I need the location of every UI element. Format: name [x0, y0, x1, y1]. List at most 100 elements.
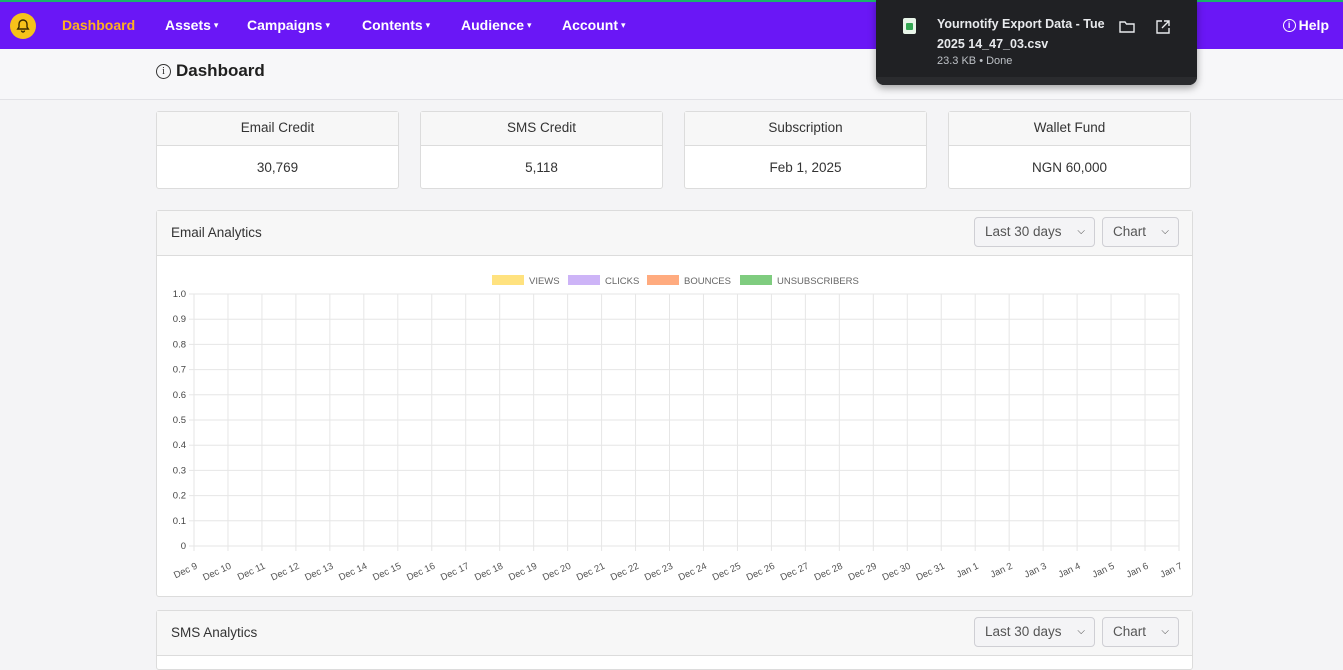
nav-item-label: Campaigns	[247, 17, 323, 33]
x-tick-label: Dec 19	[507, 561, 539, 584]
nav-item-label: Contents	[362, 17, 423, 33]
x-tick-label: Dec 27	[779, 561, 811, 584]
nav-item-label: Assets	[165, 17, 211, 33]
x-tick-label: Jan 3	[1023, 561, 1049, 581]
y-tick-label: 0.2	[173, 491, 186, 502]
chevron-down-icon: ⌵	[1161, 226, 1169, 237]
caret-down-icon: ▾	[527, 20, 532, 30]
legend-label: CLICKS	[605, 276, 639, 287]
x-tick-label: Dec 22	[609, 561, 641, 584]
caret-down-icon: ▾	[621, 20, 626, 30]
x-tick-label: Dec 15	[371, 561, 403, 584]
y-tick-label: 0.9	[173, 314, 186, 325]
help-link[interactable]: i Help	[1282, 17, 1329, 33]
view-mode-select[interactable]: Chart ⌵	[1102, 217, 1179, 247]
info-icon: i	[1282, 18, 1296, 32]
x-tick-label: Dec 30	[881, 561, 913, 584]
nav-item-dashboard[interactable]: Dashboard	[62, 17, 135, 33]
date-range-select[interactable]: Last 30 days ⌵	[974, 217, 1095, 247]
x-tick-label: Jan 1	[955, 561, 981, 581]
y-tick-label: 0.4	[173, 440, 186, 451]
subscription-card: Subscription Feb 1, 2025	[684, 111, 927, 189]
x-tick-label: Dec 31	[915, 561, 947, 584]
x-tick-label: Dec 21	[575, 561, 607, 584]
x-tick-label: Dec 25	[711, 561, 743, 584]
x-tick-label: Jan 5	[1091, 561, 1117, 581]
x-tick-label: Dec 9	[172, 561, 199, 581]
card-value: Feb 1, 2025	[769, 160, 842, 175]
download-popup: Yournotify Export Data - Tue 2025 14_47_…	[876, 0, 1197, 85]
x-tick-label: Dec 12	[269, 561, 301, 584]
page-title-text: Dashboard	[176, 61, 265, 80]
nav-item-label: Dashboard	[62, 17, 136, 33]
x-tick-label: Dec 24	[677, 561, 709, 584]
download-bottom-bar	[876, 77, 1197, 85]
help-label: Help	[1298, 17, 1329, 33]
view-mode-select[interactable]: Chart ⌵	[1102, 617, 1179, 647]
info-icon: i	[156, 63, 171, 79]
x-tick-label: Dec 11	[236, 561, 267, 583]
x-tick-label: Dec 17	[439, 561, 471, 584]
panel-title: SMS Analytics	[171, 625, 258, 640]
caret-down-icon: ▾	[325, 20, 330, 30]
legend-swatch	[647, 275, 679, 285]
y-tick-label: 0.8	[173, 339, 186, 350]
bell-logo-icon[interactable]	[10, 13, 36, 39]
x-tick-label: Dec 28	[813, 561, 845, 584]
csv-file-icon	[903, 18, 916, 34]
nav-item-account[interactable]: Account ▾	[562, 17, 626, 33]
nav-item-label: Account	[562, 17, 618, 33]
nav-item-label: Audience	[461, 17, 525, 33]
chevron-down-icon: ⌵	[1077, 626, 1085, 637]
y-tick-label: 0.5	[173, 415, 186, 426]
open-external-icon[interactable]	[1153, 17, 1173, 37]
legend-label: VIEWS	[529, 276, 560, 287]
card-value: 5,118	[525, 160, 558, 175]
x-tick-label: Dec 16	[405, 561, 437, 584]
nav-item-assets[interactable]: Assets ▾	[165, 17, 218, 33]
nav-item-audience[interactable]: Audience ▾	[461, 17, 532, 33]
chevron-down-icon: ⌵	[1077, 226, 1085, 237]
email-analytics-chart: VIEWS CLICKS BOUNCES UNSUBSCRIBERS 1.0 0.9 0.8…	[172, 275, 1185, 584]
folder-icon[interactable]	[1117, 17, 1137, 37]
y-tick-label: 0.7	[173, 365, 186, 376]
date-range-select[interactable]: Last 30 days ⌵	[974, 617, 1095, 647]
legend-label: BOUNCES	[684, 276, 731, 287]
nav-item-contents[interactable]: Contents ▾	[362, 17, 430, 33]
card-value: NGN 60,000	[1031, 160, 1108, 175]
x-tick-label: Dec 10	[201, 561, 233, 584]
caret-down-icon: ▾	[425, 20, 431, 30]
legend-swatch	[740, 275, 772, 285]
legend-swatch	[568, 275, 600, 285]
email-credit-card: Email Credit 30,769	[156, 111, 399, 189]
x-tick-label: Jan 7	[1159, 561, 1185, 581]
download-filename[interactable]: Yournotify Export Data - Tue 2025 14_47_…	[937, 14, 1117, 54]
caret-down-icon: ▾	[213, 20, 219, 30]
sms-analytics-panel: SMS Analytics Last 30 days ⌵ Chart ⌵	[156, 610, 1193, 670]
page-title: i Dashboard	[156, 61, 265, 81]
card-label: Subscription	[685, 112, 926, 146]
x-tick-label: Dec 20	[541, 561, 573, 584]
x-tick-label: Dec 14	[337, 561, 369, 584]
chevron-down-icon: ⌵	[1161, 626, 1169, 637]
y-tick-label: 0.3	[173, 465, 186, 476]
panel-header: SMS Analytics Last 30 days ⌵ Chart ⌵	[157, 611, 1192, 656]
x-tick-label: Dec 13	[303, 561, 335, 584]
panel-header: Email Analytics Last 30 days ⌵ Chart ⌵	[157, 211, 1192, 256]
card-label: Wallet Fund	[949, 112, 1190, 146]
legend-swatch	[492, 275, 524, 285]
y-tick-label: 0	[181, 541, 186, 552]
x-tick-label: Dec 18	[473, 561, 505, 584]
y-tick-label: 0.1	[173, 516, 186, 527]
x-tick-label: Jan 4	[1057, 561, 1083, 581]
y-tick-label: 1.0	[173, 289, 186, 300]
x-tick-label: Dec 23	[643, 561, 675, 584]
nav-item-campaigns[interactable]: Campaigns ▾	[247, 17, 330, 33]
x-tick-label: Jan 2	[989, 561, 1015, 581]
select-value: Chart	[1113, 224, 1147, 239]
bell-icon	[16, 19, 30, 33]
sms-credit-card: SMS Credit 5,118	[420, 111, 663, 189]
select-value: Last 30 days	[985, 224, 1062, 239]
panel-title: Email Analytics	[171, 225, 262, 240]
y-tick-label: 0.6	[173, 390, 186, 401]
